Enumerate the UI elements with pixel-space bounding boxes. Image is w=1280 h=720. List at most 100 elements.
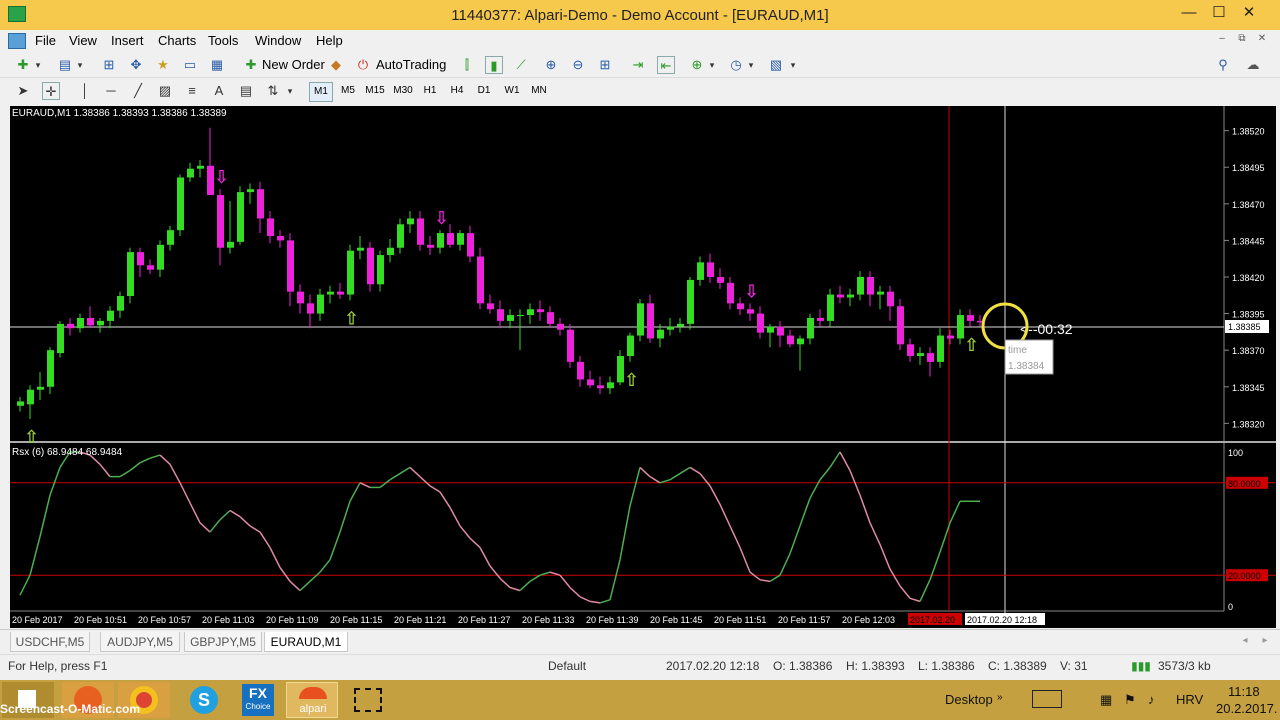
new-chart-icon[interactable]: ✚ (14, 56, 32, 74)
price-tick-label: 1.38395 (1232, 310, 1265, 320)
chart-window[interactable]: ⇧ ⇩ ⇧ ⇩ ⇧ ⇩ ⇧ 1.38520 1.38495 1.38470 1.38445 1.38… (10, 106, 1276, 628)
taskbar-skype[interactable]: S (178, 682, 230, 718)
candle-body (967, 315, 974, 321)
mdi-minimize-button[interactable]: ‒ (1214, 33, 1230, 47)
menu-charts[interactable]: Charts (158, 33, 196, 48)
timeframe-m15[interactable]: M15 (363, 82, 387, 100)
rsx-segment (169, 463, 181, 484)
templates-dropdown-icon[interactable]: ▾ (787, 56, 799, 74)
rsx-segment (579, 596, 591, 603)
close-button[interactable]: ✕ (1234, 4, 1264, 24)
strategy-tester-icon[interactable]: ▦ (208, 56, 226, 74)
chart-shift-icon[interactable]: ⇤ (657, 56, 675, 74)
tray-language[interactable]: HRV (1176, 692, 1203, 707)
profiles-dropdown-icon[interactable]: ▾ (74, 56, 86, 74)
taskbar-fxchoice[interactable]: FX Choice (232, 682, 284, 718)
indicators-icon[interactable]: ⊕ (688, 56, 706, 74)
trendline-icon[interactable]: ╱ (129, 82, 147, 100)
tray-flag-icon[interactable]: ⚑ (1124, 692, 1136, 708)
search-icon[interactable]: ⚲ (1214, 56, 1232, 74)
desktop-toolbar[interactable]: Desktop (945, 692, 993, 707)
cursor-icon[interactable]: ➤ (14, 82, 32, 100)
mdi-close-button[interactable]: ✕ (1254, 33, 1270, 47)
tray-volume-icon[interactable]: ♪ (1148, 692, 1155, 707)
timeframe-m5[interactable]: M5 (336, 82, 360, 100)
menu-view[interactable]: View (69, 33, 97, 48)
arrows-dropdown-icon[interactable]: ▾ (284, 82, 296, 100)
rsx-segment (219, 509, 231, 521)
timeframe-mn[interactable]: MN (527, 82, 551, 100)
vertical-line-icon[interactable]: │ (76, 82, 94, 100)
fibonacci-icon[interactable]: ≡ (183, 82, 201, 100)
screencast-watermark: Screencast-O-Matic.com (0, 702, 141, 716)
candle-body (257, 189, 264, 219)
rsx-segment (119, 469, 131, 478)
zoom-out-icon[interactable]: ⊖ (569, 56, 587, 74)
maximize-button[interactable]: ☐ (1204, 4, 1234, 24)
horizontal-line-icon[interactable]: ─ (102, 82, 120, 100)
new-chart-dropdown-icon[interactable]: ▾ (32, 56, 44, 74)
timeframe-w1[interactable]: W1 (500, 82, 524, 100)
market-watch-icon[interactable]: ⊞ (100, 56, 118, 74)
keyboard-icon[interactable] (1032, 690, 1062, 708)
profiles-icon[interactable]: ▤ (56, 56, 74, 74)
arrows-icon[interactable]: ⇅ (264, 82, 282, 100)
candlestick-icon[interactable]: ▮ (485, 56, 503, 74)
autotrading-button[interactable]: AutoTrading (376, 55, 446, 75)
new-order-button[interactable]: New Order (262, 55, 325, 75)
desktop-toolbar-expand-icon[interactable]: » (997, 692, 1003, 703)
timeframe-h1[interactable]: H1 (418, 82, 442, 100)
indicators-dropdown-icon[interactable]: ▾ (706, 56, 718, 74)
candle-body (187, 168, 194, 178)
periods-icon[interactable]: ◷ (727, 56, 745, 74)
navigator-icon[interactable]: ★ (154, 56, 172, 74)
timeframe-h4[interactable]: H4 (445, 82, 469, 100)
tab-euraud[interactable]: EURAUD,M1 (264, 632, 348, 652)
price-tick-label: 1.38445 (1232, 236, 1265, 246)
tab-scroll-right-icon[interactable]: ▸ (1256, 632, 1274, 650)
crosshair-icon[interactable]: ✛ (42, 82, 60, 100)
menu-help[interactable]: Help (316, 33, 343, 48)
time-tick-label: 20 Feb 11:39 (586, 615, 638, 625)
mdi-restore-button[interactable]: ⧉ (1234, 33, 1250, 47)
menu-insert[interactable]: Insert (111, 33, 144, 48)
tab-usdchf[interactable]: USDCHF,M5 (10, 632, 90, 652)
zoom-in-icon[interactable]: ⊕ (542, 56, 560, 74)
price-chart[interactable]: ⇧ ⇩ ⇧ ⇩ ⇧ ⇩ ⇧ 1.38520 1.38495 1.38470 1.38445 1.38… (10, 106, 1276, 628)
menu-tools[interactable]: Tools (208, 33, 238, 48)
line-chart-icon[interactable]: ⟋ (512, 56, 530, 74)
timeframe-m30[interactable]: M30 (391, 82, 415, 100)
price-tick-label: 1.38520 (1232, 127, 1265, 137)
tab-gbpjpy[interactable]: GBPJPY,M5 (184, 632, 262, 652)
text-icon[interactable]: A (210, 82, 228, 100)
bar-chart-icon[interactable]: ⫿ (458, 56, 476, 74)
terminal-icon[interactable]: ▭ (181, 56, 199, 74)
candle-body (67, 323, 74, 329)
metaeditor-icon[interactable]: ◆ (327, 56, 345, 74)
menu-file[interactable]: File (35, 33, 56, 48)
timeframe-d1[interactable]: D1 (472, 82, 496, 100)
minimize-button[interactable]: — (1174, 4, 1204, 24)
tab-audjpy[interactable]: AUDJPY,M5 (100, 632, 180, 652)
taskbar-alpari[interactable]: alpari (286, 682, 338, 718)
buy-arrow-icon: ⇧ (344, 308, 359, 329)
data-window-icon[interactable]: ✥ (127, 56, 145, 74)
tile-windows-icon[interactable]: ⊞ (596, 56, 614, 74)
tab-scroll-left-icon[interactable]: ◂ (1236, 632, 1254, 650)
periods-dropdown-icon[interactable]: ▾ (745, 56, 757, 74)
candle-body (847, 294, 854, 298)
equidistant-channel-icon[interactable]: ▨ (156, 82, 174, 100)
tray-date[interactable]: 20.2.2017. (1216, 701, 1277, 716)
text-label-icon[interactable]: ▤ (237, 82, 255, 100)
timeframe-m1[interactable]: M1 (309, 82, 333, 102)
tray-network-icon[interactable]: ▦ (1100, 692, 1112, 708)
tray-time[interactable]: 11:18 (1228, 684, 1260, 699)
menu-window[interactable]: Window (255, 33, 301, 48)
templates-icon[interactable]: ▧ (767, 56, 785, 74)
rsx-segment (409, 466, 421, 478)
chat-icon[interactable]: ☁ (1244, 56, 1262, 74)
auto-scroll-icon[interactable]: ⇥ (629, 56, 647, 74)
status-open: O: 1.38386 (773, 659, 833, 673)
candle-body (297, 291, 304, 304)
taskbar-screen-recorder[interactable] (342, 682, 394, 718)
